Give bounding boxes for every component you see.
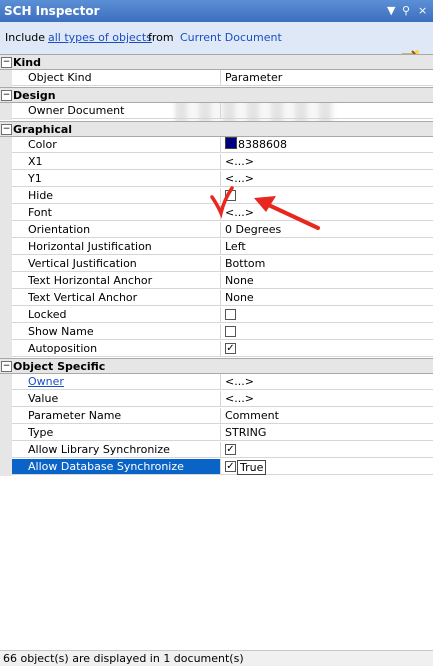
object-type-filter-link[interactable]: all types of objects (48, 31, 152, 44)
property-row-owner-document[interactable]: Owner Document (0, 103, 433, 120)
inspector-title-bar: SCH Inspector ▼ ⚲ × (0, 0, 433, 22)
property-value[interactable]: <...> (221, 374, 433, 390)
include-filter-bar: Include all types of objects from Curren… (0, 22, 433, 68)
category-object-specific[interactable]: − Object Specific (0, 358, 433, 374)
from-label: from (148, 31, 174, 44)
owner-link[interactable]: Owner (28, 375, 64, 388)
show-name-checkbox[interactable] (225, 326, 236, 337)
property-value[interactable] (221, 324, 433, 340)
collapse-icon[interactable]: − (1, 361, 12, 372)
property-value[interactable]: 8388608 (221, 137, 433, 153)
autoposition-checkbox[interactable]: ✓ (225, 343, 236, 354)
property-name: Object Kind (12, 70, 221, 86)
category-label: Design (13, 89, 56, 102)
property-name: Allow Library Synchronize (12, 442, 221, 458)
property-value[interactable] (221, 103, 433, 119)
property-row-object-kind[interactable]: Object Kind Parameter (0, 70, 433, 87)
property-name: Y1 (12, 171, 221, 187)
property-row-allow-library-synchronize[interactable]: Allow Library Synchronize ✓ (0, 442, 433, 459)
close-icon[interactable]: × (418, 4, 427, 17)
property-value[interactable] (221, 188, 433, 204)
property-value[interactable]: <...> (221, 391, 433, 407)
category-label: Graphical (13, 123, 73, 136)
property-value[interactable]: Comment (221, 408, 433, 424)
property-name: Show Name (12, 324, 221, 340)
property-name: X1 (12, 154, 221, 170)
panel-title: SCH Inspector (4, 4, 100, 18)
property-name: Horizontal Justification (12, 239, 221, 255)
property-row-horizontal-justification[interactable]: Horizontal Justification Left (0, 239, 433, 256)
collapse-icon[interactable]: − (1, 90, 12, 101)
color-swatch (225, 137, 237, 149)
library-sync-checkbox[interactable]: ✓ (225, 444, 236, 455)
property-row-font[interactable]: Font <...> (0, 205, 433, 222)
category-label: Kind (13, 56, 41, 69)
property-row-value[interactable]: Value <...> (0, 391, 433, 408)
category-graphical[interactable]: − Graphical (0, 121, 433, 137)
panel-menu-icon[interactable]: ▼ (387, 4, 395, 17)
property-row-orientation[interactable]: Orientation 0 Degrees (0, 222, 433, 239)
property-name: Vertical Justification (12, 256, 221, 272)
database-sync-checkbox[interactable]: ✓ (225, 461, 236, 472)
property-row-x1[interactable]: X1 <...> (0, 154, 433, 171)
hide-checkbox[interactable] (225, 190, 236, 201)
property-value[interactable]: 0 Degrees (221, 222, 433, 238)
property-row-parameter-name[interactable]: Parameter Name Comment (0, 408, 433, 425)
property-value[interactable]: Parameter (221, 70, 433, 86)
property-value[interactable]: None (221, 273, 433, 289)
property-value[interactable]: <...> (221, 171, 433, 187)
property-row-y1[interactable]: Y1 <...> (0, 171, 433, 188)
property-value[interactable]: ✓ True (221, 459, 433, 475)
property-row-hide[interactable]: Hide (0, 188, 433, 205)
property-row-text-horizontal-anchor[interactable]: Text Horizontal Anchor None (0, 273, 433, 290)
property-row-text-vertical-anchor[interactable]: Text Vertical Anchor None (0, 290, 433, 307)
database-sync-value: True (237, 460, 267, 475)
color-value: 8388608 (238, 138, 287, 151)
property-row-owner[interactable]: Owner <...> (0, 374, 433, 391)
property-name: Orientation (12, 222, 221, 238)
property-name: Value (12, 391, 221, 407)
property-name: Autoposition (12, 341, 221, 357)
property-name: Type (12, 425, 221, 441)
property-name: Color (12, 137, 221, 153)
property-name: Font (12, 205, 221, 221)
property-row-show-name[interactable]: Show Name (0, 324, 433, 341)
property-name: Text Vertical Anchor (12, 290, 221, 306)
property-name: Allow Database Synchronize (12, 459, 221, 475)
property-name: Parameter Name (12, 408, 221, 424)
category-design[interactable]: − Design (0, 87, 433, 103)
property-name: Hide (12, 188, 221, 204)
status-bar: 66 object(s) are displayed in 1 document… (0, 650, 433, 666)
property-value[interactable]: None (221, 290, 433, 306)
property-row-autoposition[interactable]: Autoposition ✓ (0, 341, 433, 358)
property-value[interactable] (221, 307, 433, 323)
property-value[interactable]: <...> (221, 205, 433, 221)
category-label: Object Specific (13, 360, 106, 373)
category-kind[interactable]: − Kind (0, 54, 433, 70)
scope-link[interactable]: Current Document (180, 31, 282, 44)
property-value[interactable]: ✓ (221, 341, 433, 357)
property-value[interactable]: ✓ (221, 442, 433, 458)
property-value[interactable]: Bottom (221, 256, 433, 272)
property-value[interactable]: STRING (221, 425, 433, 441)
property-row-locked[interactable]: Locked (0, 307, 433, 324)
pin-icon[interactable]: ⚲ (402, 4, 410, 17)
property-row-vertical-justification[interactable]: Vertical Justification Bottom (0, 256, 433, 273)
property-row-color[interactable]: Color 8388608 (0, 137, 433, 154)
property-row-type[interactable]: Type STRING (0, 425, 433, 442)
property-name: Owner Document (12, 103, 221, 119)
property-value[interactable]: Left (221, 239, 433, 255)
property-name: Locked (12, 307, 221, 323)
collapse-icon[interactable]: − (1, 57, 12, 68)
collapse-icon[interactable]: − (1, 124, 12, 135)
property-name: Text Horizontal Anchor (12, 273, 221, 289)
property-value[interactable]: <...> (221, 154, 433, 170)
include-label: Include (5, 31, 46, 44)
property-row-allow-database-synchronize[interactable]: Allow Database Synchronize ✓ True (0, 459, 433, 476)
locked-checkbox[interactable] (225, 309, 236, 320)
